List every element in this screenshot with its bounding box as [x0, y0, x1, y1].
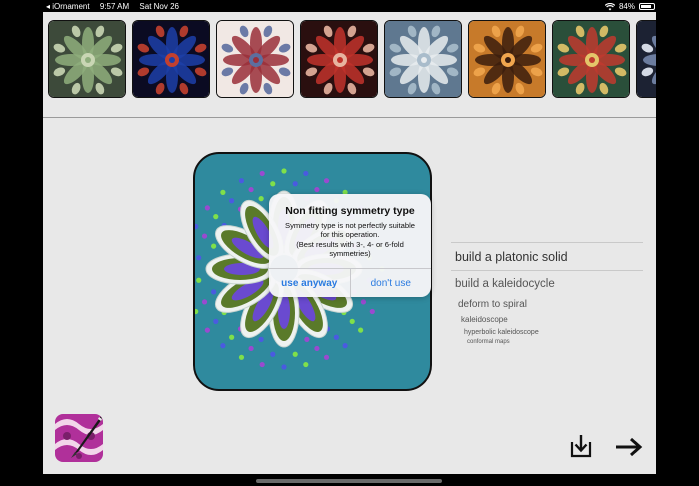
ornament-dot	[360, 299, 367, 305]
ornament-dot	[213, 214, 219, 220]
dont-use-button[interactable]: don't use	[349, 269, 432, 297]
ornament-dot	[323, 354, 330, 360]
thumbnail-center-dot	[169, 57, 175, 63]
ornament-thumbnail-graphic	[637, 21, 656, 97]
ornament-dot	[196, 255, 202, 261]
ornament-dot	[342, 343, 348, 349]
dialog-message-line: for this operation.	[320, 230, 380, 240]
dialog-message: Symmetry type is not perfectly suitable …	[269, 221, 431, 258]
wifi-icon	[604, 2, 615, 10]
ornament-thumbnail[interactable]	[132, 20, 210, 98]
ornament-app-icon-graphic	[55, 414, 103, 462]
ornament-dot	[238, 354, 245, 360]
menu-item[interactable]: kaleidoscope	[451, 312, 643, 326]
menu-item[interactable]: deform to spiral	[451, 296, 643, 312]
menu-item[interactable]: hyperbolic kaleidoscope	[451, 326, 643, 338]
symmetry-alert-dialog: Non fitting symmetry type Symmetry type …	[269, 194, 431, 297]
dialog-message-line: symmetries)	[329, 248, 371, 258]
ornament-dot	[281, 168, 287, 174]
app-screen: build a platonic solid build a kaleidocyc…	[43, 12, 656, 474]
battery-icon	[639, 3, 655, 10]
ornament-dot	[248, 186, 254, 193]
ornament-dot	[303, 361, 309, 368]
ornament-dot	[204, 327, 210, 333]
menu-item[interactable]: build a kaleidocycle	[451, 271, 643, 296]
use-anyway-button[interactable]: use anyway	[269, 269, 350, 297]
ornament-dot	[201, 233, 208, 239]
ornament-dot	[220, 343, 226, 349]
dialog-message-line: Symmetry type is not perfectly suitable	[285, 221, 415, 230]
ornament-dot	[281, 364, 287, 370]
ornament-dot	[323, 178, 330, 184]
ornament-dot	[349, 318, 355, 324]
ornament-dot	[248, 345, 254, 352]
ornament-gallery[interactable]	[43, 12, 656, 118]
ornament-dot	[229, 198, 235, 204]
ornament-thumbnail-graphic	[217, 21, 293, 97]
ornament-thumbnail-graphic	[133, 21, 209, 97]
ornament-dot	[292, 351, 298, 357]
back-to-app-link[interactable]: ◂ iOrnament	[46, 2, 90, 11]
ornament-dot	[314, 186, 320, 193]
ornament-thumbnail[interactable]	[216, 20, 294, 98]
thumbnail-center-dot	[589, 57, 595, 63]
ornament-dot	[220, 189, 226, 195]
ornament-dot	[204, 205, 210, 211]
ornament-thumbnail[interactable]	[300, 20, 378, 98]
battery-percentage: 84%	[618, 2, 635, 11]
ornament-dot	[358, 327, 364, 333]
status-right: 84%	[604, 2, 655, 11]
ornament-dot	[333, 334, 339, 340]
status-left: ◂ iOrnament 9:57 AM Sat Nov 26	[46, 2, 187, 11]
dialog-message-line: (Best results with 3-, 4- or 6-fold	[296, 239, 404, 249]
ornament-dot	[258, 196, 264, 202]
thumbnail-center-dot	[505, 57, 511, 63]
download-icon[interactable]	[570, 434, 592, 458]
dialog-buttons: use anyway don't use	[269, 268, 431, 297]
home-indicator[interactable]	[256, 479, 442, 483]
thumbnail-center-dot	[337, 57, 343, 63]
ornament-dot	[270, 181, 276, 187]
ornament-dot	[201, 299, 208, 305]
menu-item[interactable]: conformal maps	[451, 338, 643, 346]
battery-fill	[641, 5, 651, 8]
ornament-dot	[211, 243, 217, 249]
ornament-dot	[303, 170, 309, 177]
ornament-dot	[195, 308, 199, 315]
ornament-thumbnail[interactable]	[48, 20, 126, 98]
ornament-dot	[314, 345, 320, 352]
thumbnail-center-dot	[421, 57, 427, 63]
ornament-dot	[195, 223, 199, 230]
operations-menu: build a platonic solid build a kaleidocyc…	[451, 242, 643, 346]
ornament-dot	[270, 351, 276, 357]
ornament-thumbnail[interactable]	[636, 20, 656, 98]
ornament-dot	[259, 170, 265, 177]
status-date: Sat Nov 26	[139, 2, 179, 11]
arrow-right-icon[interactable]	[615, 437, 643, 457]
thumbnail-center-dot	[253, 57, 259, 63]
ornament-thumbnail[interactable]	[552, 20, 630, 98]
ornament-thumbnail-graphic	[301, 21, 377, 97]
ornament-dot	[229, 334, 235, 340]
ornament-thumbnail[interactable]	[468, 20, 546, 98]
ornament-thumbnail-graphic	[469, 21, 545, 97]
ornament-app-icon[interactable]	[55, 414, 103, 462]
ornament-thumbnail-graphic	[49, 21, 125, 97]
ornament-dot	[369, 308, 375, 315]
ornament-dot	[211, 289, 217, 295]
ornament-dot	[258, 336, 264, 342]
ornament-thumbnail-graphic	[385, 21, 461, 97]
menu-item[interactable]: build a platonic solid	[451, 243, 643, 270]
ornament-dot	[304, 336, 310, 342]
ornament-dot	[196, 277, 202, 283]
ornament-dot	[213, 318, 219, 324]
ornament-dot	[292, 181, 298, 187]
dialog-title: Non fitting symmetry type	[285, 205, 415, 217]
ornament-dot	[259, 361, 265, 368]
ornament-dot	[238, 178, 245, 184]
thumbnail-center-dot	[85, 57, 91, 63]
ornament-thumbnail-graphic	[553, 21, 629, 97]
status-time: 9:57 AM	[99, 2, 130, 11]
ornament-thumbnail[interactable]	[384, 20, 462, 98]
